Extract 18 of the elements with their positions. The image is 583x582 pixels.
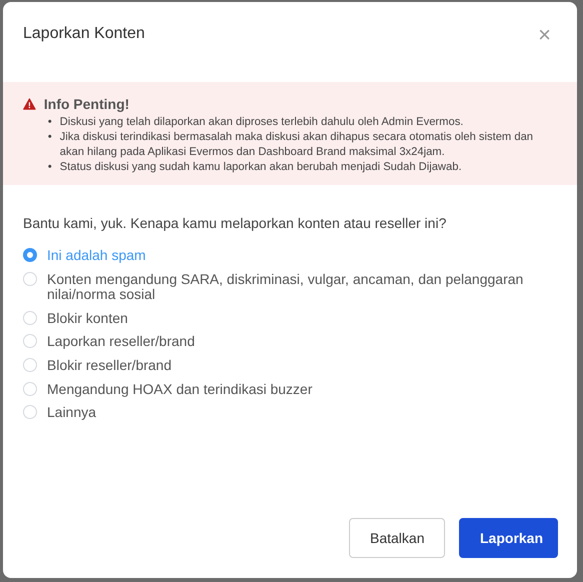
option-label[interactable]: Mengandung HOAX dan terindikasi buzzer [47,382,312,396]
option-label[interactable]: Konten mengandung SARA, diskriminasi, vulgar, ancaman, dan pelanggaran nilai/norma sosial [47,272,557,302]
option-label[interactable]: Blokir reseller/brand [47,358,172,373]
info-item: Jika diskusi terindikasi bermasalah maka diskusi akan dihapus secara otomatis oleh sistem dan akan hilang pada Aplikasi Evermos dan Dashboard Brand maksimal 3x24jam. [60,130,534,160]
info-item: Diskusi yang telah dilaporkan akan diproses terlebih dahulu oleh Admin Evermos. [60,115,464,130]
bullet: • [48,115,52,130]
radio-button[interactable] [23,248,37,262]
option-label[interactable]: Lainnya [47,405,96,420]
report-button[interactable]: Laporkan [459,518,558,558]
alert-title: Info Penting! [44,95,130,114]
bullet: • [48,160,52,176]
dialog-title: Laporkan Konten [23,24,145,44]
bullet: • [48,130,52,146]
option-label[interactable]: Blokir konten [47,310,128,326]
option-label[interactable]: Laporkan reseller/brand [47,334,195,349]
question-text: Bantu kami, yuk. Kenapa kamu melaporkan konten atau reseller ini? [23,214,448,234]
cancel-button[interactable]: Batalkan [349,518,445,558]
info-item: Status diskusi yang sudah kamu laporkan akan berubah menjadi Sudah Dijawab. [60,160,462,176]
